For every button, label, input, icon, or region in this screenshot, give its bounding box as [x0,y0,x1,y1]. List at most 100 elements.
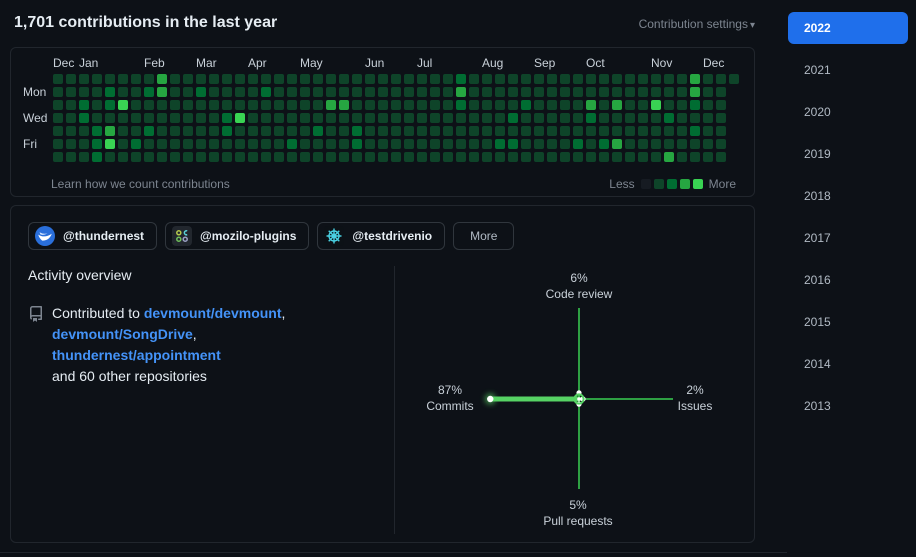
contribution-cell[interactable] [144,87,154,97]
contribution-cell[interactable] [248,139,258,149]
contribution-cell[interactable] [274,87,284,97]
contribution-cell[interactable] [274,126,284,136]
contribution-cell[interactable] [573,113,583,123]
contribution-cell[interactable] [469,139,479,149]
contribution-cell[interactable] [547,126,557,136]
contribution-cell[interactable] [157,139,167,149]
contribution-cell[interactable] [482,113,492,123]
contribution-cell[interactable] [521,100,531,110]
contribution-cell[interactable] [105,113,115,123]
contribution-cell[interactable] [690,113,700,123]
contribution-cell[interactable] [66,100,76,110]
contribution-cell[interactable] [339,139,349,149]
contribution-cell[interactable] [183,100,193,110]
contribution-cell[interactable] [651,113,661,123]
contribution-cell[interactable] [274,113,284,123]
contribution-cell[interactable] [547,87,557,97]
contribution-cell[interactable] [183,126,193,136]
contribution-cell[interactable] [391,87,401,97]
contribution-cell[interactable] [391,74,401,84]
contribution-cell[interactable] [716,100,726,110]
contribution-cell[interactable] [339,152,349,162]
contribution-cell[interactable] [391,139,401,149]
contribution-cell[interactable] [274,139,284,149]
contribution-cell[interactable] [430,87,440,97]
contribution-cell[interactable] [508,139,518,149]
contribution-cell[interactable] [586,139,596,149]
contribution-cell[interactable] [482,126,492,136]
contribution-cell[interactable] [365,74,375,84]
contribution-cell[interactable] [92,74,102,84]
contribution-cell[interactable] [599,113,609,123]
contribution-cell[interactable] [638,126,648,136]
contribution-cell[interactable] [66,126,76,136]
org-filter-thundernest[interactable]: @thundernest [28,222,158,250]
contribution-cell[interactable] [170,139,180,149]
contribution-cell[interactable] [287,74,297,84]
contribution-cell[interactable] [53,113,63,123]
contribution-cell[interactable] [521,152,531,162]
contribution-cell[interactable] [235,87,245,97]
contribution-cell[interactable] [625,139,635,149]
contribution-cell[interactable] [92,126,102,136]
contribution-cell[interactable] [573,152,583,162]
contribution-cell[interactable] [66,87,76,97]
contribution-cell[interactable] [677,74,687,84]
contribution-cell[interactable] [235,100,245,110]
contribution-cell[interactable] [287,113,297,123]
contribution-cell[interactable] [196,126,206,136]
contribution-cell[interactable] [573,139,583,149]
year-item-2019[interactable]: 2019 [788,138,908,170]
contribution-cell[interactable] [664,74,674,84]
contribution-cell[interactable] [222,100,232,110]
year-item-2016[interactable]: 2016 [788,264,908,296]
contribution-cell[interactable] [482,100,492,110]
contribution-cell[interactable] [352,126,362,136]
contribution-cell[interactable] [352,152,362,162]
contribution-cell[interactable] [144,74,154,84]
contribution-cell[interactable] [417,113,427,123]
contribution-cell[interactable] [118,113,128,123]
contribution-cell[interactable] [560,152,570,162]
contribution-cell[interactable] [248,87,258,97]
contribution-cell[interactable] [391,113,401,123]
contribution-cell[interactable] [196,113,206,123]
year-item-2018[interactable]: 2018 [788,180,908,212]
contribution-cell[interactable] [157,100,167,110]
contribution-cell[interactable] [170,126,180,136]
contribution-cell[interactable] [157,113,167,123]
contribution-cell[interactable] [313,113,323,123]
contribution-cell[interactable] [638,74,648,84]
contribution-cell[interactable] [157,126,167,136]
contribution-cell[interactable] [235,113,245,123]
contribution-cell[interactable] [131,126,141,136]
contribution-cell[interactable] [443,126,453,136]
contribution-cell[interactable] [703,113,713,123]
contribution-cell[interactable] [235,74,245,84]
contribution-cell[interactable] [404,152,414,162]
contribution-cell[interactable] [183,139,193,149]
contribution-cell[interactable] [430,139,440,149]
contribution-cell[interactable] [495,100,505,110]
contribution-cell[interactable] [365,139,375,149]
contribution-cell[interactable] [274,74,284,84]
contribution-cell[interactable] [53,152,63,162]
contribution-cell[interactable] [378,139,388,149]
contribution-cell[interactable] [586,74,596,84]
contribution-cell[interactable] [131,100,141,110]
contribution-cell[interactable] [547,113,557,123]
contribution-cell[interactable] [599,87,609,97]
contribution-cell[interactable] [391,126,401,136]
contribution-cell[interactable] [703,139,713,149]
contribution-cell[interactable] [521,87,531,97]
contribution-cell[interactable] [287,139,297,149]
contribution-cell[interactable] [196,139,206,149]
contribution-cell[interactable] [599,74,609,84]
contribution-cell[interactable] [131,113,141,123]
contribution-cell[interactable] [53,126,63,136]
contribution-cell[interactable] [248,152,258,162]
contribution-cell[interactable] [534,113,544,123]
contribution-cell[interactable] [430,126,440,136]
contribution-cell[interactable] [443,152,453,162]
contribution-cell[interactable] [586,87,596,97]
